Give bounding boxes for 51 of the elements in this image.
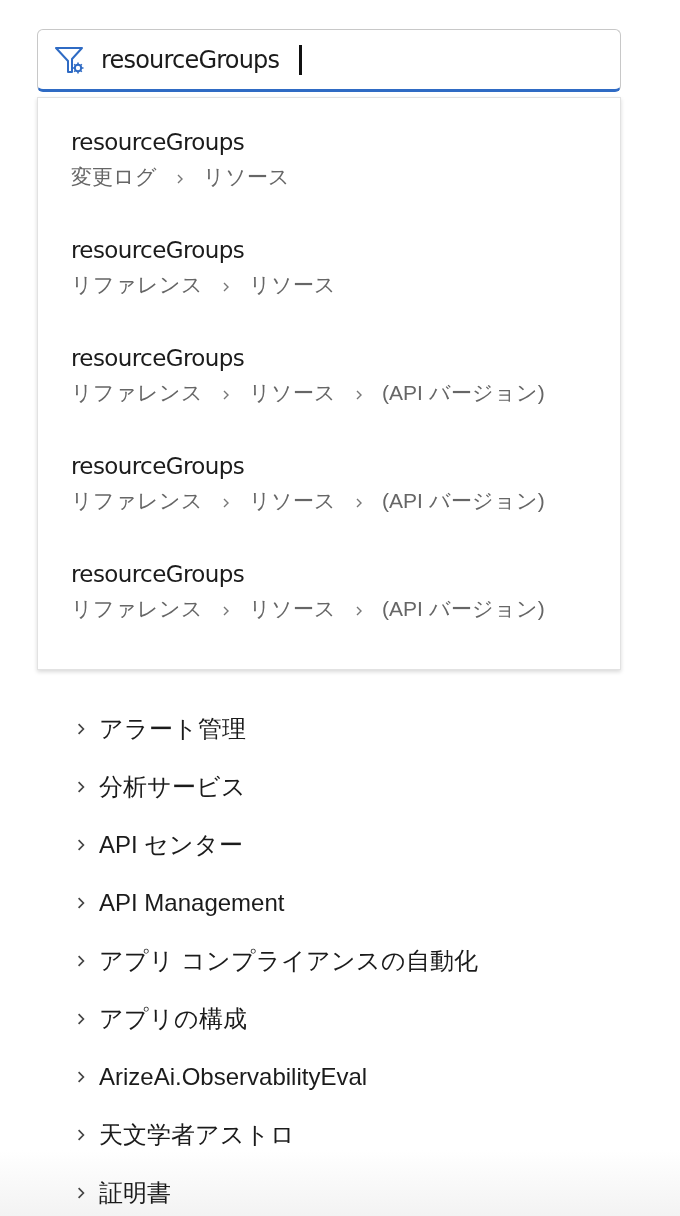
breadcrumb-text: (API バージョン) (382, 488, 545, 514)
suggestion-item[interactable]: resourceGroups リファレンス リソース (API バージョン) (38, 450, 620, 558)
suggestion-item[interactable]: resourceGroups 変更ログ リソース (38, 126, 620, 234)
chevron-icon (75, 896, 87, 910)
chevron-icon (75, 1012, 87, 1026)
breadcrumb-text: リファレンス (71, 488, 203, 514)
chevron-icon (221, 390, 231, 400)
filter-settings-icon (55, 45, 85, 74)
breadcrumb-text: リソース (203, 164, 290, 190)
search-field[interactable]: resourceGroups (101, 45, 299, 74)
chevron-icon (75, 722, 87, 736)
suggestion-title: resourceGroups (71, 560, 245, 589)
tree-item[interactable]: 天文学者アストロ (75, 1106, 295, 1164)
breadcrumb-text: リファレンス (71, 380, 203, 406)
chevron-icon (75, 1070, 87, 1084)
suggestion-title: resourceGroups (71, 344, 245, 373)
tree-item[interactable]: 証明書 (75, 1164, 171, 1216)
breadcrumb-text: リソース (249, 380, 336, 406)
tree-item[interactable]: API Management (75, 874, 285, 932)
chevron-icon (221, 282, 231, 292)
chevron-icon (75, 838, 87, 852)
breadcrumb-text: リソース (249, 272, 336, 298)
breadcrumb-text: 変更ログ (71, 164, 157, 190)
chevron-icon (75, 780, 87, 794)
breadcrumb-text: (API バージョン) (382, 596, 545, 622)
chevron-icon (75, 1128, 87, 1142)
chevron-icon (75, 954, 87, 968)
chevron-icon (75, 1186, 87, 1200)
suggestion-item[interactable]: resourceGroups リファレンス リソース (38, 234, 620, 342)
tree-item[interactable]: アプリ コンプライアンスの自動化 (75, 932, 478, 990)
suggestion-item[interactable]: resourceGroups リファレンス リソース (API バージョン) (38, 558, 620, 666)
suggestion-item[interactable]: resourceGroups リファレンス リソース (API バージョン) (38, 342, 620, 450)
tree-item[interactable]: ArizeAi.ObservabilityEval (75, 1048, 368, 1106)
breadcrumb-text: リソース (249, 488, 336, 514)
suggestion-title: resourceGroups (71, 128, 245, 157)
breadcrumb-text: リファレンス (71, 596, 203, 622)
suggestion-title: resourceGroups (71, 236, 245, 265)
chevron-icon (221, 606, 231, 616)
chevron-icon (354, 606, 364, 616)
chevron-icon (221, 498, 231, 508)
chevron-icon (175, 174, 185, 184)
tree-item[interactable]: アプリの構成 (75, 990, 247, 1048)
breadcrumb-text: リソース (249, 596, 336, 622)
breadcrumb-text: リファレンス (71, 272, 203, 298)
chevron-icon (354, 390, 364, 400)
tree-item[interactable]: 分析サービス (75, 758, 246, 816)
tree-item[interactable]: アラート管理 (75, 700, 246, 758)
tree-item[interactable]: API センター (75, 816, 244, 874)
breadcrumb-text: (API バージョン) (382, 380, 545, 406)
suggestion-title: resourceGroups (71, 452, 245, 481)
chevron-icon (354, 498, 364, 508)
